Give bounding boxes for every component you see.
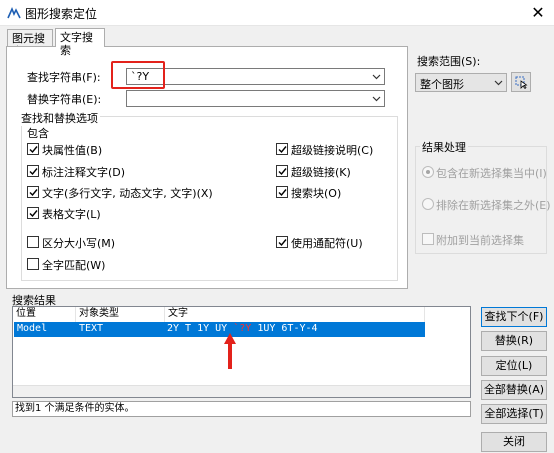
locate-button[interactable]: 定位(L) <box>481 356 547 376</box>
checkbox-label: 区分大小写(M) <box>42 237 116 250</box>
replace-combobox[interactable] <box>126 90 385 107</box>
horizontal-scrollbar[interactable] <box>13 385 470 397</box>
radio-label: 排除在新选择集之外(E) <box>436 199 551 212</box>
checkbox-label: 附加到当前选择集 <box>436 234 524 247</box>
replace-label: 替换字符串(E): <box>27 93 102 106</box>
checkbox-label: 超级链接说明(C) <box>291 144 374 157</box>
checkbox-label: 全字匹配(W) <box>42 259 106 272</box>
checkbox-dimension-text[interactable] <box>27 165 39 177</box>
checkbox-hyperlink[interactable] <box>276 165 288 177</box>
title-bar: 图形搜索定位 ✕ <box>0 0 554 26</box>
checkbox-hyperlink-description[interactable] <box>276 143 288 155</box>
column-header-object-type[interactable]: 对象类型 <box>76 307 165 322</box>
checkbox-append-to-selection[interactable] <box>422 233 434 245</box>
select-objects-button[interactable] <box>511 72 531 92</box>
include-label: 包含 <box>27 127 49 140</box>
options-group-title: 查找和替换选项 <box>19 110 100 126</box>
radio-label: 包含在新选择集当中(I) <box>436 167 547 180</box>
text-search-panel: 查找字符串(F): `?Y 替换字符串(E): 查找和替换选项 包含 块属性值(… <box>6 46 408 289</box>
checkbox-table-text[interactable] <box>27 207 39 219</box>
checkbox-label: 超级链接(K) <box>291 166 351 179</box>
search-scope-value: 整个图形 <box>420 78 464 91</box>
checkbox-label: 搜索块(O) <box>291 187 342 200</box>
radio-exclude-from-new-set[interactable] <box>422 198 434 210</box>
close-button[interactable]: 关闭 <box>481 432 547 452</box>
checkbox-whole-word[interactable] <box>27 258 39 270</box>
replace-button[interactable]: 替换(R) <box>481 331 547 351</box>
checkbox-search-blocks[interactable] <box>276 186 288 198</box>
result-handling-title: 结果处理 <box>420 139 468 155</box>
cell-text-after: 1UY 6T-Y-4 <box>251 323 318 334</box>
replace-all-button[interactable]: 全部替换(A) <box>481 380 547 400</box>
tab-text-search[interactable]: 文字搜索 <box>55 28 105 57</box>
cell-location: Model <box>17 323 48 334</box>
cell-object-type: TEXT <box>79 323 104 334</box>
search-scope-combobox[interactable]: 整个图形 <box>415 73 507 92</box>
checkbox-label: 标注注释文字(D) <box>42 166 126 179</box>
window-title: 图形搜索定位 <box>25 7 98 21</box>
annotation-highlight-box <box>111 61 165 89</box>
radio-include-in-new-set[interactable] <box>422 166 434 178</box>
search-scope-label: 搜索范围(S): <box>417 55 481 68</box>
checkbox-label: 使用通配符(U) <box>291 237 363 250</box>
cell-text: 2Y T 1Y UY `?Y 1UY 6T-Y-4 <box>167 323 318 334</box>
column-header-location[interactable]: 位置 <box>13 307 76 322</box>
select-all-button[interactable]: 全部选择(T) <box>481 404 547 424</box>
status-text: 找到1 个满足条件的实体。 <box>12 401 471 417</box>
checkbox-use-wildcards[interactable] <box>276 236 288 248</box>
chevron-down-icon[interactable] <box>372 94 381 103</box>
checkbox-label: 块属性值(B) <box>42 144 103 157</box>
checkbox-block-attributes[interactable] <box>27 143 39 155</box>
checkbox-text[interactable] <box>27 186 39 198</box>
table-row[interactable]: Model TEXT 2Y T 1Y UY `?Y 1UY 6T-Y-4 <box>14 322 425 337</box>
find-next-button[interactable]: 查找下个(F) <box>481 307 547 327</box>
column-header-text[interactable]: 文字 <box>165 307 425 322</box>
chevron-down-icon[interactable] <box>494 78 503 87</box>
search-results-list[interactable]: 位置 对象类型 文字 Model TEXT 2Y T 1Y UY `?Y 1UY… <box>12 306 471 398</box>
select-objects-icon <box>515 76 528 89</box>
checkbox-match-case[interactable] <box>27 236 39 248</box>
find-label: 查找字符串(F): <box>27 71 101 84</box>
checkbox-label: 表格文字(L) <box>42 208 101 221</box>
checkbox-label: 文字(多行文字, 动态文字, 文字)(X) <box>42 187 213 200</box>
tab-entity-search[interactable]: 图元搜索 <box>7 29 53 58</box>
chevron-down-icon[interactable] <box>372 72 381 81</box>
close-window-icon[interactable]: ✕ <box>527 3 549 23</box>
app-icon <box>7 6 21 19</box>
annotation-arrow-icon <box>224 333 236 369</box>
